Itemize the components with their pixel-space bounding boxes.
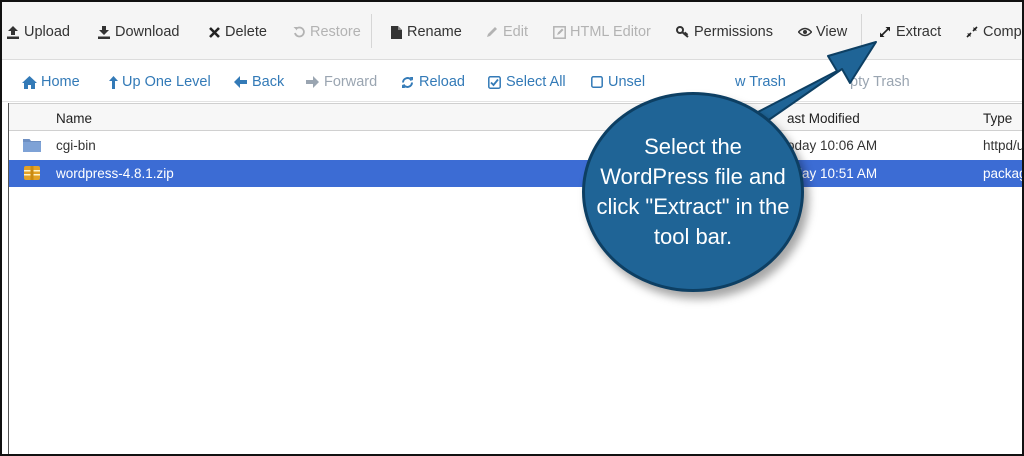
column-header-name[interactable]: Name	[56, 111, 92, 126]
up-level-icon	[108, 75, 118, 90]
unselect-icon	[589, 75, 604, 90]
forward-button[interactable]: Forward	[305, 72, 377, 92]
callout-text: Select the WordPress file and click "Ext…	[596, 134, 790, 249]
permissions-button[interactable]: Permissions	[676, 22, 773, 42]
folder-icon	[23, 137, 41, 153]
extract-icon	[878, 25, 892, 39]
file-type: packag	[983, 166, 1024, 181]
reload-button[interactable]: Reload	[400, 72, 465, 92]
select-all-button[interactable]: Select All	[487, 72, 566, 92]
back-arrow-icon	[233, 75, 248, 90]
forward-arrow-icon	[305, 75, 320, 90]
edit-icon	[485, 25, 499, 39]
delete-icon	[207, 25, 221, 39]
table-row-selected[interactable]: wordpress-4.8.1.zip oday 10:51 AM packag	[9, 160, 1024, 187]
rename-button[interactable]: Rename	[389, 22, 462, 42]
view-button[interactable]: View	[798, 22, 847, 42]
extract-button[interactable]: Extract	[878, 22, 941, 42]
table-header: Name ast Modified Type	[9, 103, 1022, 131]
file-name: cgi-bin	[56, 138, 96, 153]
key-icon	[676, 25, 690, 39]
edit-button[interactable]: Edit	[485, 22, 528, 42]
upload-button[interactable]: Upload	[6, 22, 70, 42]
column-header-last-modified[interactable]: ast Modified	[787, 111, 860, 126]
restore-button[interactable]: Restore	[292, 22, 361, 42]
select-all-icon	[487, 75, 502, 90]
file-type: httpd/u	[983, 138, 1024, 153]
html-editor-icon	[552, 25, 566, 39]
download-button[interactable]: Download	[97, 22, 180, 42]
download-icon	[97, 25, 111, 39]
archive-icon	[23, 165, 41, 181]
navigation-bar: Home Up One Level Back Forward Reload Se…	[2, 60, 1022, 102]
home-icon	[22, 75, 37, 90]
up-one-level-button[interactable]: Up One Level	[108, 72, 211, 92]
table-row[interactable]: cgi-bin oday 10:06 AM httpd/u	[9, 132, 1024, 159]
delete-button[interactable]: Delete	[207, 22, 267, 42]
file-table: Name ast Modified Type cgi-bin oday 10:0…	[8, 103, 1022, 454]
file-manager-window: Upload Download Delete Restore Rename Ed…	[0, 0, 1024, 456]
unselect-all-button[interactable]: Unsel	[589, 72, 645, 92]
back-button[interactable]: Back	[233, 72, 284, 92]
restore-icon	[292, 25, 306, 39]
eye-icon	[798, 25, 812, 39]
toolbar-separator	[861, 14, 862, 48]
home-button[interactable]: Home	[22, 72, 80, 92]
file-name: wordpress-4.8.1.zip	[56, 166, 174, 181]
file-modified: oday 10:06 AM	[787, 138, 878, 153]
column-header-type[interactable]: Type	[983, 111, 1012, 126]
rename-icon	[389, 25, 403, 39]
toolbar: Upload Download Delete Restore Rename Ed…	[2, 2, 1022, 60]
toolbar-separator	[371, 14, 372, 48]
instruction-callout: Select the WordPress file and click "Ext…	[582, 92, 804, 292]
compress-icon	[965, 25, 979, 39]
html-editor-button[interactable]: HTML Editor	[552, 22, 651, 42]
empty-trash-button[interactable]: pty Trash	[850, 72, 910, 92]
upload-icon	[6, 25, 20, 39]
view-trash-button[interactable]: w Trash	[735, 72, 786, 92]
compress-button[interactable]: Compr	[965, 22, 1022, 42]
reload-icon	[400, 75, 415, 90]
